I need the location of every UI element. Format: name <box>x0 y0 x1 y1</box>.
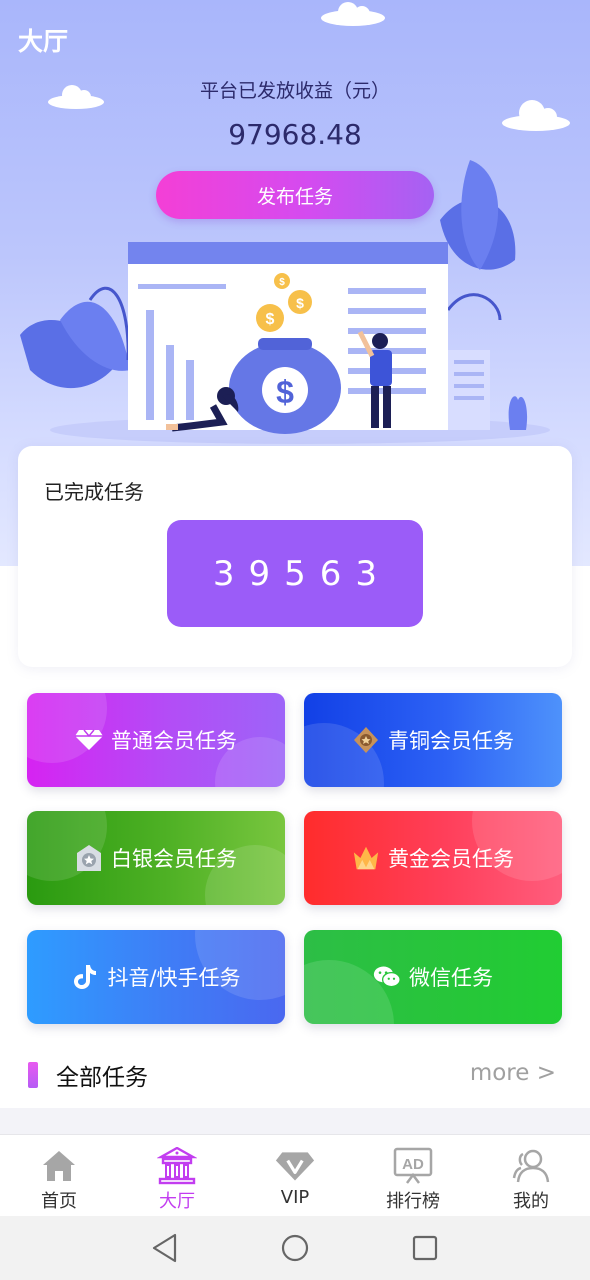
vip-icon <box>275 1147 315 1185</box>
tile-label: 微信任务 <box>409 966 493 990</box>
completed-tasks-counter: 39563 <box>167 520 423 627</box>
page-title: 大厅 <box>18 27 69 56</box>
section-accent-bar <box>28 1062 38 1088</box>
tab-label: 排行榜 <box>386 1191 440 1212</box>
gold-crown-icon <box>352 844 380 872</box>
recents-square-icon[interactable] <box>408 1231 442 1265</box>
tab-vip[interactable]: VIP <box>236 1135 354 1216</box>
completed-tasks-card: 已完成任务 39563 <box>18 446 572 667</box>
tab-ranking[interactable]: AD 排行榜 <box>354 1135 472 1216</box>
tile-label: 青铜会员任务 <box>388 729 514 753</box>
system-navigation-bar <box>0 1216 590 1280</box>
tile-label: 白银会员任务 <box>111 847 237 871</box>
tile-bronze-member-task[interactable]: 青铜会员任务 <box>304 693 562 787</box>
svg-text:$: $ <box>296 295 304 311</box>
home-circle-icon[interactable] <box>278 1231 312 1265</box>
svg-text:$: $ <box>266 311 275 328</box>
back-triangle-icon[interactable] <box>148 1231 182 1265</box>
tab-hall[interactable]: 大厅 <box>118 1135 236 1216</box>
tile-regular-member-task[interactable]: 普通会员任务 <box>27 693 285 787</box>
tile-silver-member-task[interactable]: 白银会员任务 <box>27 811 285 905</box>
svg-text:$: $ <box>279 277 285 288</box>
tab-label: 首页 <box>41 1191 77 1212</box>
hall-icon <box>157 1147 197 1185</box>
tile-label: 黄金会员任务 <box>388 847 514 871</box>
bronze-badge-icon <box>352 726 380 754</box>
svg-text:$: $ <box>276 374 294 410</box>
tile-label: 抖音/快手任务 <box>107 966 241 990</box>
cloud-decoration <box>321 2 385 26</box>
diamond-icon <box>75 726 103 754</box>
all-tasks-title: 全部任务 <box>56 1065 148 1091</box>
completed-tasks-title: 已完成任务 <box>44 480 144 504</box>
income-label: 平台已发放收益（元） <box>199 80 390 102</box>
user-icon <box>511 1147 551 1185</box>
tile-gold-member-task[interactable]: 黄金会员任务 <box>304 811 562 905</box>
tab-label: 我的 <box>513 1191 549 1212</box>
tab-label: 大厅 <box>159 1191 195 1212</box>
tile-label: 普通会员任务 <box>111 729 237 753</box>
bottom-tab-bar: 首页 大厅 VIP AD 排行榜 我的 <box>0 1134 590 1216</box>
tab-mine[interactable]: 我的 <box>472 1135 590 1216</box>
more-link[interactable]: more > <box>470 1060 556 1086</box>
income-value: 97968.48 <box>228 118 362 151</box>
tab-label: VIP <box>280 1187 310 1208</box>
silver-badge-icon <box>75 844 103 872</box>
hall-page: 大厅 平台已发放收益（元） 97968.48 发布任务 $ $ $ $ 已完成任… <box>0 0 590 1280</box>
tab-home[interactable]: 首页 <box>0 1135 118 1216</box>
tile-douyin-kuaishou-task[interactable]: 抖音/快手任务 <box>27 930 285 1024</box>
income-illustration: $ $ $ $ <box>20 160 550 444</box>
svg-text:AD: AD <box>402 1156 424 1173</box>
wechat-icon <box>373 963 401 991</box>
tiktok-icon <box>71 963 99 991</box>
home-icon <box>39 1147 79 1185</box>
ad-board-icon: AD <box>393 1147 433 1185</box>
task-list-area <box>0 1108 590 1134</box>
tile-wechat-task[interactable]: 微信任务 <box>304 930 562 1024</box>
